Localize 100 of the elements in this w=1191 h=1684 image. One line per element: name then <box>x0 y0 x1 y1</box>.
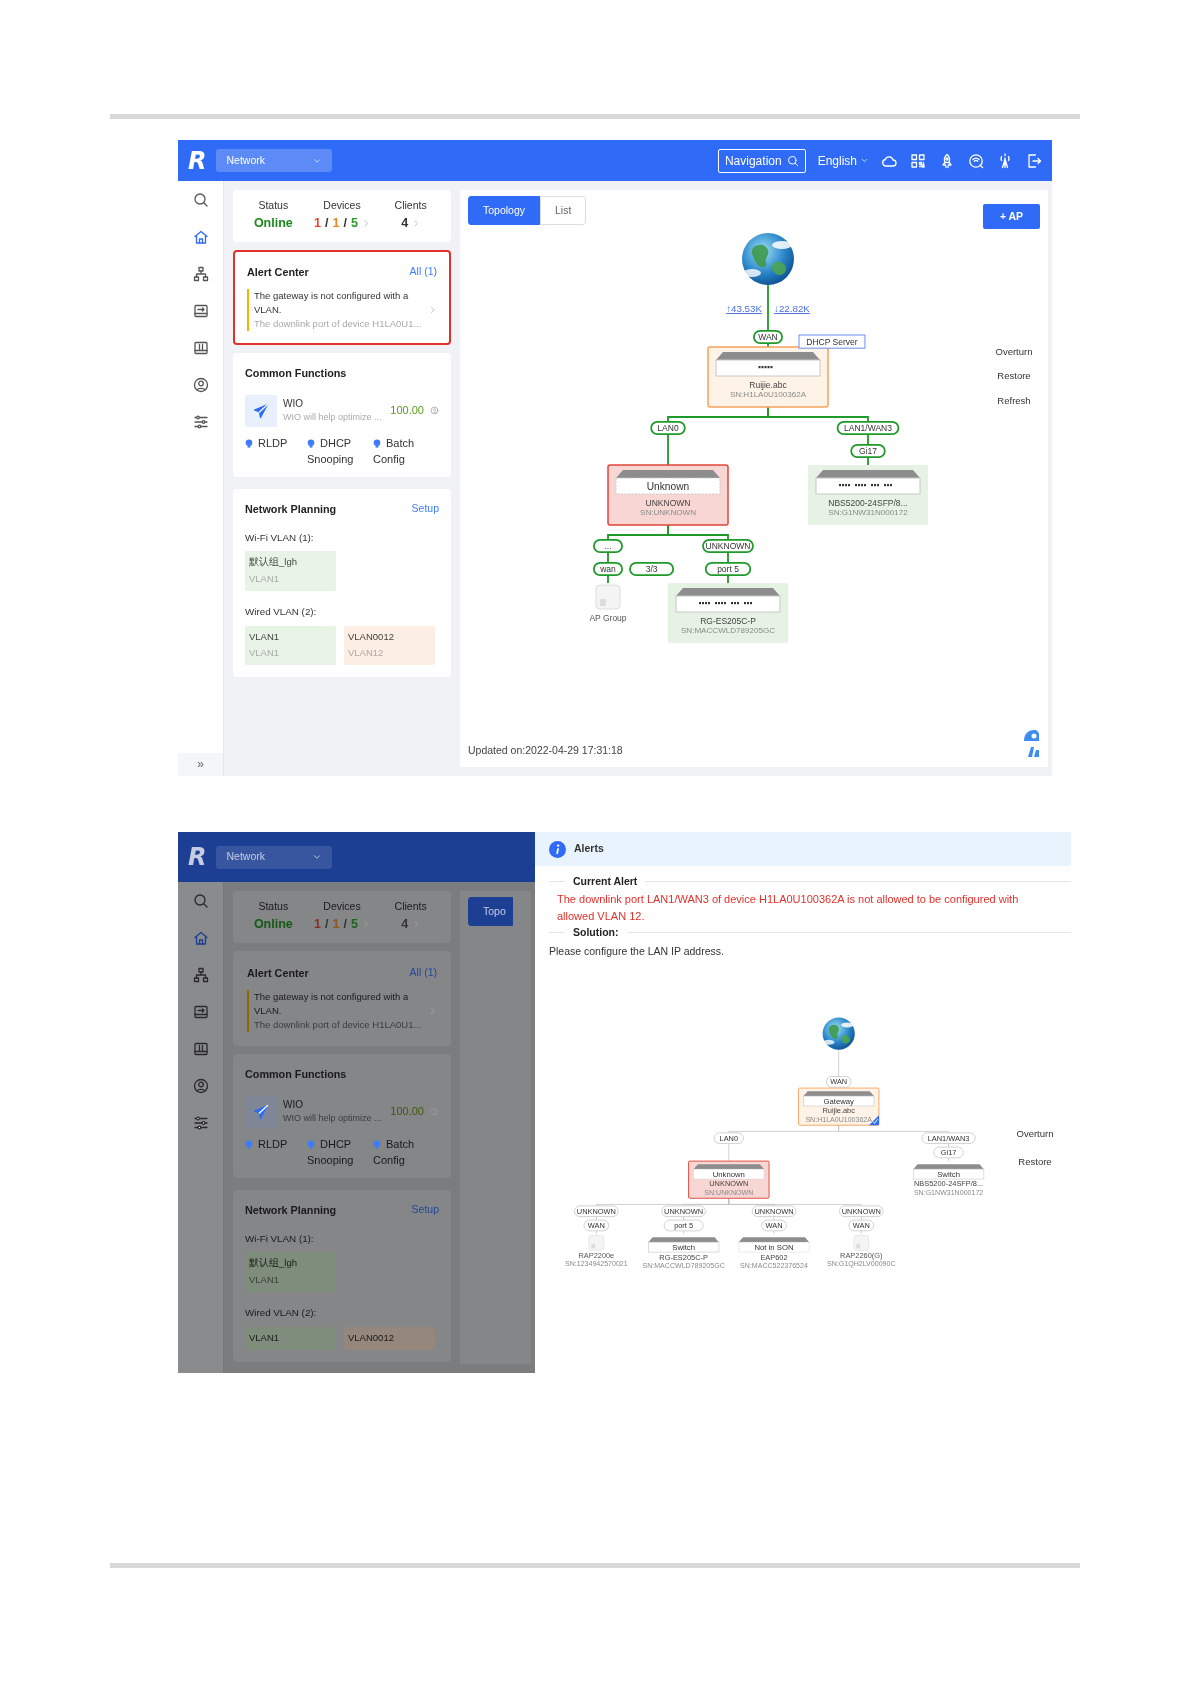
wio-description: WIO will help optimize ... <box>283 411 383 425</box>
function-link[interactable]: RLDP <box>245 1136 307 1169</box>
topology-action[interactable]: Restore <box>997 369 1031 384</box>
paper-plane-icon <box>253 402 269 419</box>
function-link[interactable]: Batch Config <box>373 1136 439 1169</box>
language-dropdown[interactable]: English <box>817 151 869 170</box>
wio-tile[interactable] <box>245 394 277 427</box>
access-point-icon <box>595 584 621 610</box>
bulb-icon <box>245 438 253 448</box>
sliders-icon[interactable] <box>192 1115 209 1131</box>
device-type-label: Unknown <box>712 1169 745 1179</box>
device-name: AP Group <box>589 613 627 623</box>
section-heading: Current Alert <box>573 874 638 889</box>
logout-icon[interactable] <box>1026 152 1042 169</box>
card-title: Common Functions <box>245 366 348 382</box>
status-label: Status <box>257 198 290 213</box>
switch-icon <box>675 588 781 613</box>
section-label: Wired VLAN (2): <box>245 1305 318 1320</box>
port-tag: UNKNOWN <box>702 538 754 554</box>
device-icon[interactable] <box>192 1041 209 1057</box>
topology-action[interactable]: Overturn <box>995 345 1033 360</box>
vlan-id: VLAN1 <box>249 571 281 586</box>
topology-action[interactable]: Overturn <box>1016 1127 1054 1142</box>
network-dropdown[interactable]: Network <box>216 845 333 869</box>
function-link[interactable]: Batch Config <box>373 435 439 468</box>
alert-message[interactable]: The gateway is not configured with a VLAN. <box>254 989 428 1019</box>
wio-tile[interactable] <box>245 1095 277 1128</box>
vlan-tile[interactable]: 默认组_lgh VLAN1 <box>245 1252 336 1292</box>
user-icon[interactable] <box>192 377 209 393</box>
device-type-label: Unknown <box>646 481 690 492</box>
topology-action[interactable]: Restore <box>1018 1154 1052 1169</box>
topology-action[interactable]: Refresh <box>997 393 1031 408</box>
wio-name: WIO <box>283 1098 304 1113</box>
access-point-icon <box>853 1235 869 1251</box>
port-tag: ... <box>593 538 623 554</box>
card-title: Common Functions <box>245 1067 348 1083</box>
antenna-icon[interactable] <box>997 152 1013 169</box>
vlan-name: VLAN1 <box>249 1330 281 1345</box>
function-link[interactable]: RLDP <box>245 435 307 468</box>
sliders-icon[interactable] <box>192 414 209 430</box>
alert-text: The downlink port LAN1/WAN3 of device H1LA0U100362A is not allowed to be configured with allowed VLAN 12. <box>556 891 1020 924</box>
tab[interactable]: List <box>540 196 587 225</box>
port-tag: WAN <box>753 329 783 345</box>
qr-code-icon[interactable] <box>910 152 926 169</box>
home-icon[interactable] <box>192 930 209 946</box>
add-ap-button[interactable]: + AP <box>983 204 1040 229</box>
port-tag: wan <box>593 561 623 577</box>
search-icon[interactable] <box>192 192 209 208</box>
globe-icon <box>822 1017 855 1050</box>
assistant-icon[interactable] <box>1022 727 1040 759</box>
vlan-tile[interactable]: VLAN1 VLAN1 <box>245 625 336 666</box>
all-alerts-link[interactable]: All (1) <box>409 263 437 280</box>
clients-label: Clients <box>393 899 428 914</box>
device-icon[interactable] <box>192 1004 209 1020</box>
vlan-tile[interactable]: 默认组_lgh VLAN1 <box>245 551 336 591</box>
vlan-tile[interactable]: VLAN0012 <box>344 1326 435 1350</box>
switch-icon <box>715 352 821 377</box>
vlan-name: VLAN0012 <box>348 1330 395 1345</box>
device-name: RG-ES205C-P <box>700 616 756 626</box>
alert-detail: The downlink port of device H1LA0U1... <box>254 1018 423 1033</box>
bulb-icon <box>373 438 381 448</box>
setup-link[interactable]: Setup <box>411 500 439 517</box>
tab[interactable]: Topology <box>468 196 541 225</box>
count-tag: 3/3 <box>629 562 675 577</box>
device-count: 1 <box>314 214 322 232</box>
card-title: Alert Center <box>247 965 309 981</box>
device-icon[interactable] <box>192 340 209 356</box>
device-icon[interactable] <box>192 303 209 319</box>
download-rate: ↓22.82K <box>774 303 810 314</box>
sitemap-icon[interactable] <box>192 967 209 983</box>
count-separator: / <box>325 915 329 933</box>
home-icon[interactable] <box>192 229 209 245</box>
vlan-id: VLAN1 <box>249 1272 281 1287</box>
alert-message[interactable]: The gateway is not configured with a VLAN. <box>254 288 428 318</box>
vlan-tile[interactable]: VLAN0012 VLAN12 <box>344 625 435 666</box>
section-label: Wired VLAN (2): <box>245 604 318 619</box>
wifi-icon[interactable] <box>968 152 984 169</box>
tab[interactable]: Topo <box>468 897 513 926</box>
device-type-label: Switch <box>672 1242 695 1252</box>
solution-text: Please configure the LAN IP address. <box>548 943 725 959</box>
sitemap-icon[interactable] <box>192 266 209 282</box>
device-count: 1 <box>314 915 322 933</box>
user-icon[interactable] <box>192 1078 209 1094</box>
function-link[interactable]: DHCP Snooping <box>307 435 373 468</box>
clients-count: 4 <box>401 915 409 933</box>
status-value: Online <box>253 214 293 232</box>
search-icon[interactable] <box>192 893 209 909</box>
expand-button[interactable]: » <box>178 753 223 776</box>
logo: R <box>188 845 205 869</box>
navigation-button[interactable]: Navigation <box>717 148 806 173</box>
function-link[interactable]: DHCP Snooping <box>307 1136 373 1169</box>
network-dropdown[interactable]: Network <box>216 149 333 172</box>
vlan-tile[interactable]: VLAN1 <box>245 1326 336 1350</box>
logo: R <box>188 148 205 173</box>
switch-icon <box>693 1164 765 1180</box>
card-title: Alert Center <box>247 264 309 280</box>
device-name: NBS5200-24SFP/8... <box>828 498 908 508</box>
switch-icon <box>913 1164 985 1180</box>
devices-label: Devices <box>322 198 362 213</box>
devices-label: Devices <box>322 899 362 914</box>
